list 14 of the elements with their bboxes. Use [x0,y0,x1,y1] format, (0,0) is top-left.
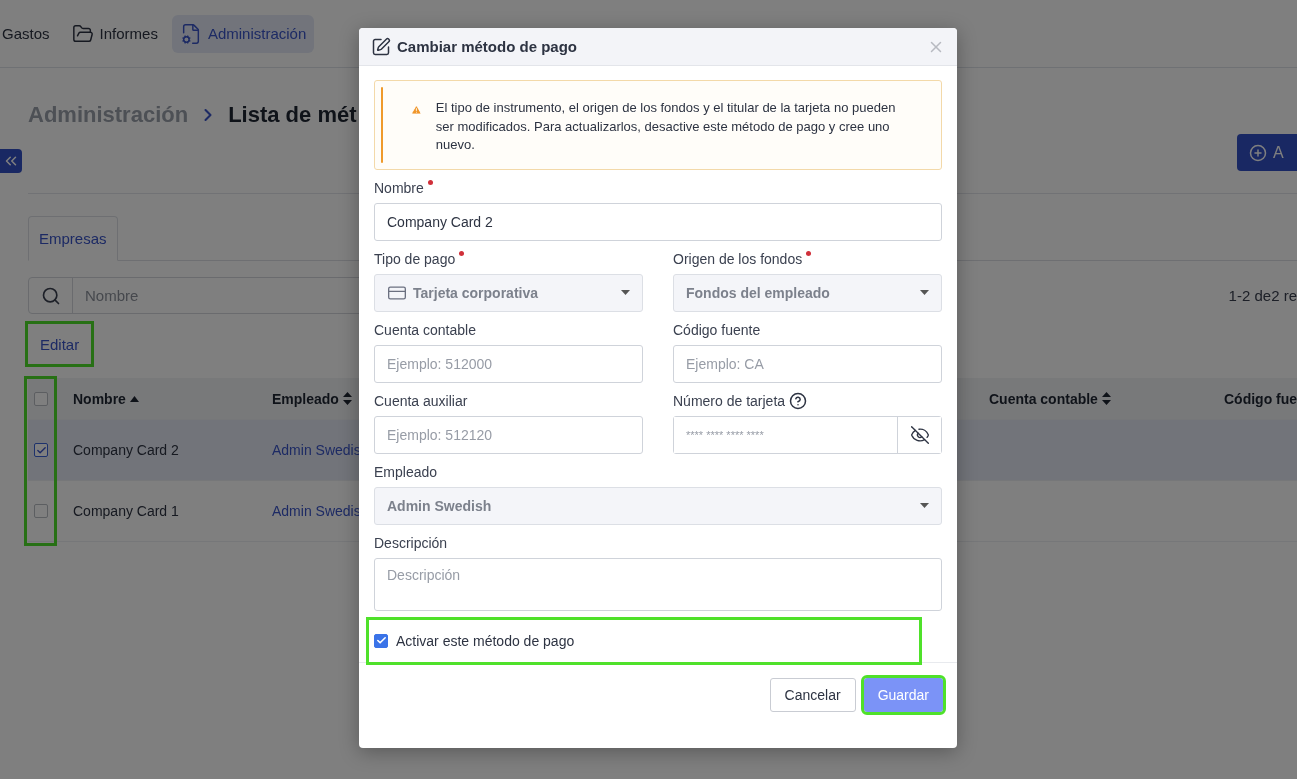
table-cell-text: Company Card 2 [73,442,180,458]
result-count: 1-2 de2 re [1228,287,1297,304]
dialog-title: Cambiar método de pago [397,38,578,55]
field-label: Empleado [374,462,439,481]
warning-text: El tipo de instrumento, el origen de los fondos y el titular de la tarjeta no pueden ser modificados. Para actualizarlos, desactive este método de pago y cree uno nuevo. [435,99,897,154]
field-label: Código fuente [673,320,762,339]
field-label: Número de tarjeta [673,391,942,410]
field-label: Cuenta auxiliar [374,391,469,410]
page-title: Lista de mét [228,102,357,128]
field-label: Cuenta contable [374,320,477,339]
field-label: Nombre [374,178,942,197]
table-cell-text: Company Card 1 [73,503,180,519]
field-label: Tipo de pago [374,249,643,268]
field-label: Origen de los fondos [673,249,942,268]
